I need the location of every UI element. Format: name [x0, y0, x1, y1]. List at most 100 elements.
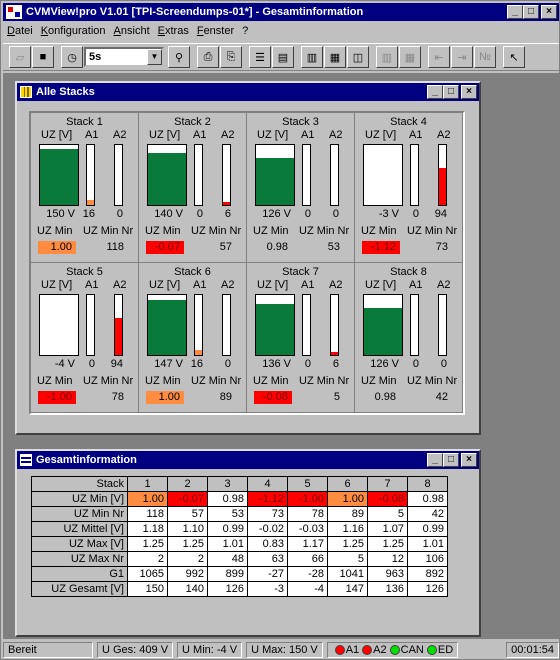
uzmin-label: UZ Min — [145, 375, 181, 387]
bar-chart-icon[interactable]: ▥ — [301, 46, 323, 68]
uzminnr-label: UZ Min Nr — [83, 225, 134, 237]
settings-icon[interactable]: ▤ — [272, 46, 294, 68]
app-logo-icon — [6, 5, 22, 19]
interval-icon[interactable]: ◷ — [61, 46, 83, 68]
corner-cell: Stack — [31, 476, 128, 492]
chevron-down-icon[interactable]: ▼ — [147, 49, 162, 65]
table-header-row: Stack 1 2 3 4 5 6 7 8 — [31, 476, 448, 492]
close-button[interactable]: × — [541, 5, 557, 19]
print-icon[interactable]: ⎙ — [197, 46, 219, 68]
a1-bar — [410, 144, 419, 206]
stack-min-labels: UZ Min UZ Min Nr — [31, 375, 138, 387]
uz-bar — [147, 144, 187, 206]
uzminnr-label: UZ Min Nr — [191, 225, 242, 237]
column-header: 1 — [127, 476, 168, 492]
status-ready: Bereit — [3, 642, 93, 658]
stack-min-labels: UZ Min UZ Min Nr — [139, 225, 246, 237]
uz-column-label: UZ [V] — [365, 279, 397, 291]
gesamt-close-button[interactable]: × — [461, 453, 477, 467]
table-cell: -28 — [287, 566, 328, 582]
grid-icon[interactable]: ▦ — [399, 46, 421, 68]
print-preview-icon[interactable]: ⎘ — [220, 46, 242, 68]
table-cell: 57 — [167, 506, 208, 522]
help-pointer-icon[interactable]: ↖ — [503, 46, 525, 68]
a2-value: 0 — [332, 208, 339, 220]
a1-bar — [86, 144, 95, 206]
table-cell: 73 — [247, 506, 288, 522]
uzminnr-label: UZ Min Nr — [83, 375, 134, 387]
interval-select[interactable]: 5s ▼ — [84, 47, 164, 67]
a1-bar — [86, 294, 95, 356]
table-cell: 1.10 — [167, 521, 208, 537]
uzminnr-value: 89 — [219, 391, 232, 403]
table-cell: 1.25 — [327, 536, 368, 552]
row-label: G1 — [31, 566, 128, 582]
maximize-button[interactable]: □ — [523, 5, 539, 19]
arrow-right-icon[interactable]: ⇥ — [451, 46, 473, 68]
table-cell: 1.25 — [367, 536, 408, 552]
stack-name: Stack 4 — [390, 116, 427, 128]
open-folder-icon[interactable]: ▱ — [9, 46, 31, 68]
a1-label: A1 — [345, 644, 360, 656]
a2-bar — [438, 144, 447, 206]
stacks-close-button[interactable]: × — [461, 85, 477, 99]
a1-column-label: A1 — [193, 129, 207, 141]
table-cell: 0.98 — [407, 491, 448, 507]
connect-icon[interactable]: ⚲ — [168, 46, 190, 68]
table-cell: -1.00 — [287, 491, 328, 507]
a1-value: 16 — [190, 358, 203, 370]
row-label: UZ Min Nr — [31, 506, 128, 522]
uz-value: 147 V — [154, 358, 183, 370]
gesamt-minimize-button[interactable]: _ — [427, 453, 443, 467]
stack-header: UZ [V] A1 A2 — [355, 279, 462, 291]
stack-name: Stack 2 — [174, 116, 211, 128]
table-cell: 5 — [327, 551, 368, 567]
app-window: CVMView!pro V1.01 [TPI-Screendumps-01*] … — [0, 0, 560, 660]
table-cell: 1.25 — [167, 536, 208, 552]
stacks-maximize-button[interactable]: □ — [443, 85, 459, 99]
stack-cell: Stack 2 UZ [V] A1 A2 140 V 0 6 UZ Min UZ Min Nr -… — [139, 113, 247, 263]
a2-value: 0 — [116, 208, 123, 220]
gesamt-window-titlebar[interactable]: Gesamtinformation _ □ × — [17, 451, 479, 469]
line-chart-icon[interactable]: ◫ — [347, 46, 369, 68]
a2-value: 6 — [332, 358, 339, 370]
table-view-icon[interactable]: ▦ — [324, 46, 346, 68]
status-umin: U Min: -4 V — [177, 642, 243, 658]
a2-bar-fill — [223, 202, 230, 205]
uzmin-label: UZ Min — [361, 225, 397, 237]
table-cell: 0.99 — [407, 521, 448, 537]
stacks-minimize-button[interactable]: _ — [427, 85, 443, 99]
a2-value: 6 — [224, 208, 231, 220]
stacks-window-titlebar[interactable]: Alle Stacks _ □ × — [17, 83, 479, 101]
a2-value: 0 — [224, 358, 231, 370]
stack-min-labels: UZ Min UZ Min Nr — [139, 375, 246, 387]
title-bar[interactable]: CVMView!pro V1.01 [TPI-Screendumps-01*] … — [3, 3, 559, 21]
menu-extras[interactable]: Extras — [154, 25, 193, 37]
a2-value: 0 — [440, 358, 447, 370]
menu-fenster[interactable]: Fenster — [193, 25, 238, 37]
menu-ansicht[interactable]: Ansicht — [110, 25, 154, 37]
uzminnr-value: 57 — [219, 241, 232, 253]
stack-header: UZ [V] A1 A2 — [139, 279, 246, 291]
numbers-icon[interactable]: № — [474, 46, 496, 68]
save-icon[interactable]: ■ — [32, 46, 54, 68]
table-cell: 89 — [327, 506, 368, 522]
stack-cell: Stack 6 UZ [V] A1 A2 147 V 16 0 UZ Min UZ Min Nr… — [139, 263, 247, 413]
uzminnr-value: 53 — [327, 241, 340, 253]
a2-bar — [222, 144, 231, 206]
properties-icon[interactable]: ☰ — [249, 46, 271, 68]
uzmin-value: 0.98 — [254, 241, 292, 254]
minimize-button[interactable]: _ — [507, 5, 523, 19]
a1-bar-fill — [195, 350, 202, 355]
uz-column-label: UZ [V] — [41, 129, 73, 141]
columns-icon[interactable]: ▥ — [376, 46, 398, 68]
a2-column-label: A2 — [329, 279, 343, 291]
menu-help[interactable]: ? — [238, 25, 252, 37]
gesamt-maximize-button[interactable]: □ — [443, 453, 459, 467]
menu-konfiguration[interactable]: Konfiguration — [37, 25, 110, 37]
table-cell: 150 — [127, 581, 168, 597]
arrow-left-icon[interactable]: ⇤ — [428, 46, 450, 68]
table-cell: 63 — [247, 551, 288, 567]
menu-datei[interactable]: Datei — [3, 25, 37, 37]
status-bar: Bereit U Ges: 409 V U Min: -4 V U Max: 1… — [3, 641, 559, 659]
